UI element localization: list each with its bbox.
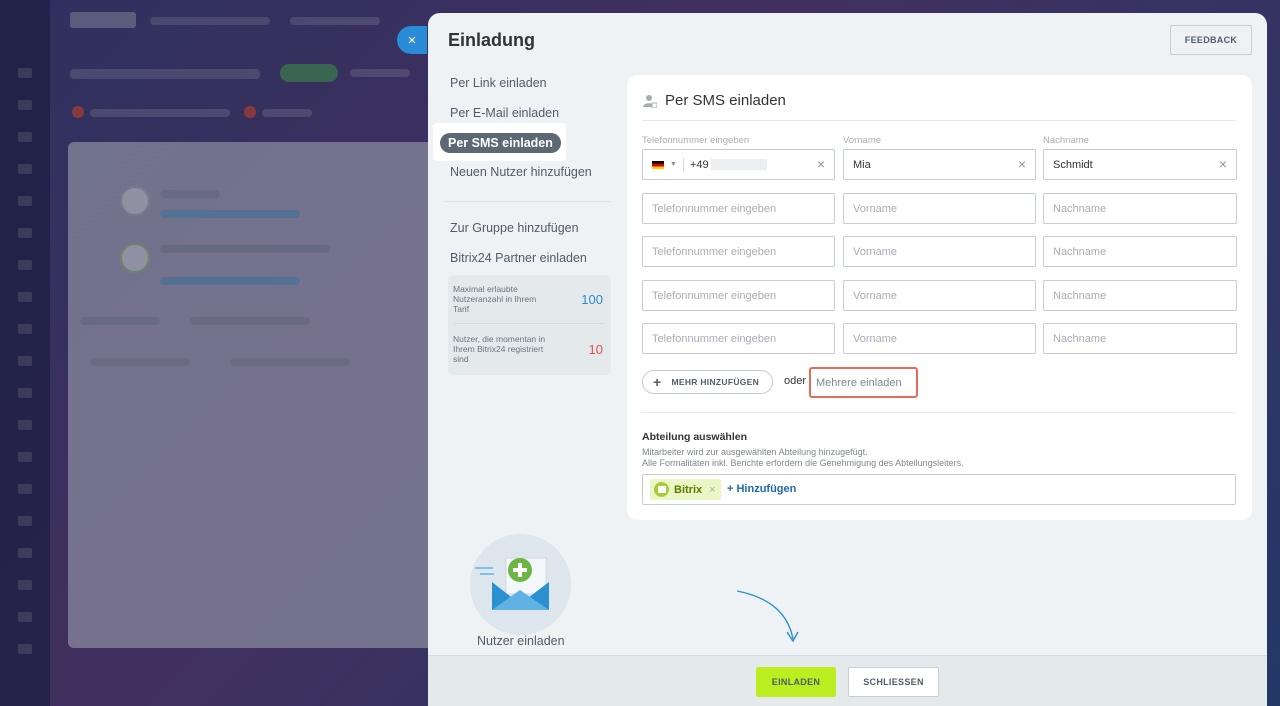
sms-invite-card: Per SMS einladen Telefonnummer eingeben … (627, 75, 1252, 520)
last-name-field[interactable]: Nachname (1043, 193, 1237, 224)
first-name-field[interactable]: Vorname (843, 280, 1036, 311)
first-name-field[interactable]: Vorname (843, 323, 1036, 354)
user-icon (643, 95, 657, 108)
placeholder: Telefonnummer eingeben (652, 289, 777, 302)
nav-item-link-invite[interactable]: Per Link einladen (450, 76, 547, 90)
nav-item-email-invite[interactable]: Per E-Mail einladen (450, 106, 559, 120)
add-more-button[interactable]: + MEHR HINZUFÜGEN (642, 370, 774, 394)
phone-number-hidden (710, 159, 767, 170)
phone-field[interactable]: Telefonnummer eingeben (642, 280, 835, 311)
department-tag-label: Bitrix (674, 483, 703, 496)
feedback-button[interactable]: FEEDBACK (1170, 25, 1252, 55)
slider-footer: EINLADEN SCHLIESSEN (428, 655, 1267, 706)
nav-item-sms-invite[interactable]: Per SMS einladen (440, 133, 561, 153)
invite-button[interactable]: EINLADEN (756, 667, 836, 697)
department-title: Abteilung auswählen (642, 431, 748, 443)
nav-item-add-to-group[interactable]: Zur Gruppe hinzufügen (450, 221, 579, 235)
placeholder: Nachname (1053, 289, 1107, 302)
remove-tag-icon[interactable]: × (709, 484, 715, 496)
or-label: oder (784, 375, 807, 387)
close-button[interactable]: SCHLIESSEN (848, 667, 939, 697)
slider-title: Einladung (448, 30, 535, 50)
phone-field[interactable]: ▼ +49 × (642, 149, 835, 180)
department-desc-line2: Alle Formalitäten inkl. Berichte erforde… (642, 458, 964, 468)
clear-icon[interactable]: × (1219, 156, 1227, 172)
placeholder: Vorname (853, 332, 898, 345)
phone-field[interactable]: Telefonnummer eingeben (642, 236, 835, 267)
invite-slider: Einladung FEEDBACK Per Link einladen Per… (428, 13, 1267, 706)
nav-item-add-new-user[interactable]: Neuen Nutzer hinzufügen (450, 165, 592, 179)
close-icon: × (407, 31, 417, 49)
placeholder: Vorname (853, 202, 898, 215)
placeholder: Nachname (1053, 202, 1107, 215)
mass-invite-link[interactable]: Mehrere einladen (809, 367, 918, 398)
placeholder: Nachname (1053, 332, 1107, 345)
department-description: Mitarbeiter wird zur ausgewählten Abteil… (642, 447, 964, 469)
invite-illustration (470, 534, 571, 635)
user-limit-stats: Maximal erlaubte Nutzeranzahl in Ihrem T… (448, 275, 611, 375)
nav-divider (444, 201, 611, 202)
arrow-pointer-icon (736, 590, 799, 643)
placeholder: Vorname (853, 245, 898, 258)
close-slider-button[interactable]: × (397, 26, 427, 54)
first-name-column-label: Vorname (843, 135, 882, 146)
chevron-down-icon[interactable]: ▼ (670, 161, 677, 168)
phone-country-code: +49 (689, 158, 709, 171)
department-selector[interactable]: Bitrix × + Hinzufügen (642, 474, 1236, 505)
last-name-column-label: Nachname (1043, 135, 1089, 146)
phone-field[interactable]: Telefonnummer eingeben (642, 193, 835, 224)
illustration-label: Nutzer einladen (477, 634, 565, 648)
registered-users-value: 10 (588, 342, 603, 357)
registered-users-label: Nutzer, die momentan in Ihrem Bitrix24 r… (453, 334, 546, 364)
add-department-link[interactable]: + Hinzufügen (727, 483, 796, 495)
envelope-plus-icon (475, 557, 549, 610)
clear-icon[interactable]: × (817, 156, 825, 172)
last-name-field[interactable]: Schmidt × (1043, 149, 1237, 180)
first-name-field[interactable]: Vorname (843, 236, 1036, 267)
first-name-field[interactable]: Vorname (843, 193, 1036, 224)
placeholder: Vorname (853, 289, 898, 302)
placeholder: Telefonnummer eingeben (652, 332, 777, 345)
max-users-label: Maximal erlaubte Nutzeranzahl in Ihrem T… (453, 284, 537, 314)
plus-icon: + (653, 374, 662, 390)
placeholder: Nachname (1053, 245, 1107, 258)
phone-field[interactable]: Telefonnummer eingeben (642, 323, 835, 354)
card-title: Per SMS einladen (665, 92, 786, 109)
first-name-field[interactable]: Mia × (843, 149, 1036, 180)
last-name-field[interactable]: Nachname (1043, 323, 1237, 354)
phone-column-label: Telefonnummer eingeben (642, 135, 750, 146)
first-name-value: Mia (853, 158, 871, 171)
department-icon (654, 482, 669, 497)
last-name-field[interactable]: Nachname (1043, 280, 1237, 311)
department-tag[interactable]: Bitrix × (650, 479, 721, 500)
clear-icon[interactable]: × (1018, 156, 1026, 172)
nav-item-partner-invite[interactable]: Bitrix24 Partner einladen (450, 251, 587, 265)
germany-flag-icon[interactable] (652, 160, 664, 169)
last-name-field[interactable]: Nachname (1043, 236, 1237, 267)
department-desc-line1: Mitarbeiter wird zur ausgewählten Abteil… (642, 447, 868, 457)
max-users-value: 100 (581, 292, 603, 307)
last-name-value: Schmidt (1053, 158, 1093, 171)
placeholder: Telefonnummer eingeben (652, 202, 777, 215)
placeholder: Telefonnummer eingeben (652, 245, 777, 258)
add-more-label: MEHR HINZUFÜGEN (671, 377, 760, 387)
